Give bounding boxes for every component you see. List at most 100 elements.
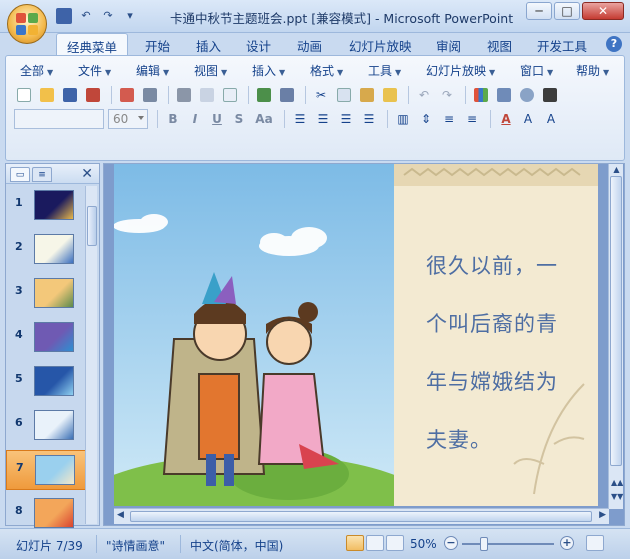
zoom-slider-thumb[interactable] — [480, 537, 488, 551]
undo-icon[interactable]: ↶ — [78, 8, 94, 24]
menu-help[interactable]: 帮助 ▼ — [576, 62, 609, 79]
bold-button[interactable]: B — [163, 109, 183, 129]
previous-slide-icon[interactable]: ▲▲ — [611, 478, 623, 487]
justify-icon[interactable]: ☰ — [359, 109, 379, 129]
font-name-select[interactable] — [14, 109, 104, 129]
undo-icon[interactable]: ↶ — [414, 85, 434, 105]
change-case-button[interactable]: Aa — [251, 109, 277, 129]
scroll-thumb[interactable] — [87, 206, 97, 246]
maximize-button[interactable]: □ — [554, 2, 580, 20]
align-center-icon[interactable]: ☰ — [313, 109, 333, 129]
slideshow-view-button[interactable] — [386, 535, 404, 551]
grid-icon[interactable] — [540, 85, 560, 105]
zoom-level[interactable]: 50% — [410, 537, 437, 551]
spelling-icon[interactable] — [254, 85, 274, 105]
redo-icon[interactable]: ↷ — [100, 8, 116, 24]
tab-slideshow[interactable]: 幻灯片放映 — [349, 36, 412, 55]
bullets-icon[interactable]: ≡ — [462, 109, 482, 129]
slide-horizontal-scrollbar[interactable]: ◀ ▶ — [114, 508, 609, 524]
tab-home[interactable]: 开始 — [145, 36, 170, 55]
tab-animation[interactable]: 动画 — [297, 36, 322, 55]
line-spacing-icon[interactable]: ⇕ — [416, 109, 436, 129]
customize-icon[interactable]: ▾ — [122, 8, 138, 24]
zoom-in-button[interactable]: + — [560, 536, 574, 550]
print-preview-icon[interactable] — [197, 85, 217, 105]
menu-edit[interactable]: 编辑 ▼ — [136, 62, 169, 79]
tab-design[interactable]: 设计 — [246, 36, 271, 55]
slide-sorter-button[interactable] — [366, 535, 384, 551]
slide-thumbnail-item[interactable]: 7 — [6, 450, 86, 490]
underline-button[interactable]: U — [207, 109, 227, 129]
tab-developer[interactable]: 开发工具 — [537, 36, 587, 55]
menu-insert[interactable]: 插入 ▼ — [252, 62, 285, 79]
scroll-up-icon[interactable]: ▲ — [611, 165, 622, 174]
fit-to-window-icon[interactable] — [586, 535, 604, 551]
slide-thumbnail-item[interactable]: 5 — [6, 362, 86, 402]
attach-icon[interactable] — [140, 85, 160, 105]
menu-tools[interactable]: 工具 ▼ — [368, 62, 401, 79]
minimize-button[interactable]: ─ — [526, 2, 552, 20]
increase-font-icon[interactable]: A — [518, 109, 538, 129]
scroll-thumb[interactable] — [130, 511, 592, 522]
font-size-select[interactable]: 60 — [108, 109, 148, 129]
menu-window[interactable]: 窗口 ▼ — [520, 62, 553, 79]
slide-thumbnail-item[interactable]: 3 — [6, 274, 86, 314]
redo-icon[interactable]: ↷ — [437, 85, 457, 105]
close-icon[interactable]: ✕ — [81, 166, 93, 182]
language[interactable]: 中文(简体，中国) — [190, 537, 283, 554]
tab-insert[interactable]: 插入 — [196, 36, 221, 55]
menu-format[interactable]: 格式 ▼ — [310, 62, 343, 79]
slide-thumbnail-item[interactable]: 4 — [6, 318, 86, 358]
current-slide[interactable]: 很久以前，一 个叫后裔的青 年与嫦娥结为 夫妻。 — [114, 164, 598, 506]
close-button[interactable]: ✕ — [582, 2, 624, 20]
zoom-slider[interactable] — [462, 543, 554, 545]
slide-vertical-scrollbar[interactable]: ▲ ▲▲ ▼▼ — [608, 164, 623, 509]
cut-icon[interactable]: ✂ — [311, 85, 331, 105]
menu-view[interactable]: 视图 ▼ — [194, 62, 227, 79]
tab-view[interactable]: 视图 — [487, 36, 512, 55]
permission-icon[interactable] — [83, 85, 103, 105]
save-icon[interactable] — [60, 85, 80, 105]
new-icon[interactable] — [14, 85, 34, 105]
shadow-button[interactable]: S — [229, 109, 249, 129]
page-setup-icon[interactable] — [220, 85, 240, 105]
next-slide-icon[interactable]: ▼▼ — [611, 492, 623, 501]
research-icon[interactable] — [277, 85, 297, 105]
save-icon[interactable] — [56, 8, 72, 24]
email-icon[interactable] — [117, 85, 137, 105]
paste-icon[interactable] — [357, 85, 377, 105]
italic-button[interactable]: I — [185, 109, 205, 129]
scroll-right-icon[interactable]: ▶ — [599, 510, 606, 520]
tab-outline[interactable]: ≡ — [32, 167, 52, 182]
tab-slides[interactable]: ▭ — [10, 167, 30, 182]
menu-file[interactable]: 文件 ▼ — [78, 62, 111, 79]
tab-classic-menu[interactable]: 经典菜单 — [56, 33, 129, 57]
office-button[interactable] — [7, 4, 47, 44]
slide-thumbnail-item[interactable]: 2 — [6, 230, 86, 270]
menu-slideshow[interactable]: 幻灯片放映 ▼ — [426, 62, 495, 79]
globe-icon[interactable] — [517, 85, 537, 105]
font-color-button[interactable]: A — [496, 109, 516, 129]
help-icon[interactable]: ? — [606, 36, 622, 52]
align-left-icon[interactable]: ☰ — [290, 109, 310, 129]
decrease-font-icon[interactable]: A — [541, 109, 561, 129]
panel-scrollbar[interactable] — [85, 186, 97, 524]
slide-thumbnail-image — [34, 366, 74, 396]
normal-view-button[interactable] — [346, 535, 364, 551]
numbering-icon[interactable]: ≡ — [439, 109, 459, 129]
copy-icon[interactable] — [334, 85, 354, 105]
table-icon[interactable] — [494, 85, 514, 105]
tab-review[interactable]: 审阅 — [436, 36, 461, 55]
menu-all[interactable]: 全部 ▼ — [20, 62, 53, 79]
print-icon[interactable] — [174, 85, 194, 105]
scroll-left-icon[interactable]: ◀ — [117, 510, 124, 520]
columns-icon[interactable]: ▥ — [393, 109, 413, 129]
align-right-icon[interactable]: ☰ — [336, 109, 356, 129]
zoom-out-button[interactable]: − — [444, 536, 458, 550]
chart-icon[interactable] — [471, 85, 491, 105]
open-icon[interactable] — [37, 85, 57, 105]
format-painter-icon[interactable] — [380, 85, 400, 105]
scroll-thumb[interactable] — [610, 176, 622, 466]
slide-thumbnail-item[interactable]: 1 — [6, 186, 86, 226]
slide-thumbnail-item[interactable]: 6 — [6, 406, 86, 446]
